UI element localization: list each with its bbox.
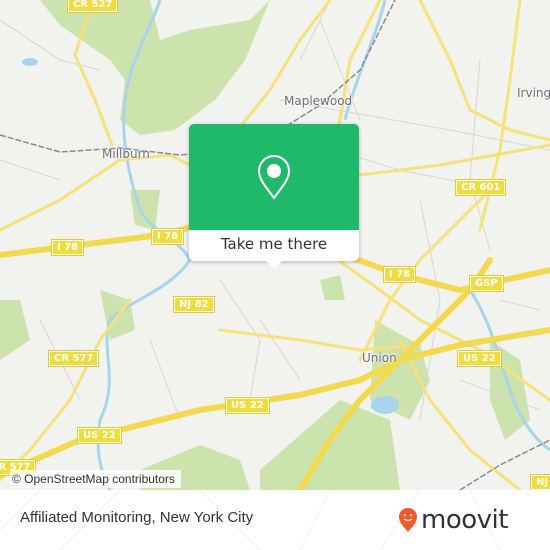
road-shield: NJ (529, 474, 550, 490)
road-shield: US 22 (457, 350, 502, 367)
place-label-union: Union (362, 351, 397, 365)
popup-tail (265, 260, 283, 268)
location-popup: Take me there (189, 124, 359, 268)
road (0, 153, 202, 232)
road-shield: I 78 (150, 228, 185, 245)
road-shield: CR 527 (66, 0, 119, 13)
road-shield: CR 601 (454, 179, 507, 196)
place-label-millburn: Millburn (102, 147, 150, 161)
park-area (40, 0, 270, 135)
lake (371, 396, 399, 414)
location-title: Affiliated Monitoring, New York City (20, 509, 254, 526)
road-shield: US 22 (225, 397, 270, 414)
map-attribution[interactable]: © OpenStreetMap contributors (10, 470, 181, 488)
moovit-pin-icon (399, 508, 417, 532)
road (418, 0, 550, 142)
park-area (320, 275, 345, 300)
park-area (0, 300, 30, 360)
road-shield: US 22 (77, 427, 122, 444)
popup-header (189, 124, 359, 230)
road-shield: I 78 (50, 239, 85, 256)
place-label-maplewood: Maplewood (284, 94, 353, 108)
take-me-there-button[interactable]: Take me there (189, 230, 359, 261)
lake (22, 58, 38, 66)
road-shield: I 78 (382, 266, 417, 283)
road-shield: NJ 82 (173, 296, 215, 313)
moovit-wordmark: moovit (421, 505, 508, 535)
map-pin-icon (257, 154, 291, 200)
road-shield: CR 577 (47, 350, 100, 367)
road (358, 143, 550, 177)
place-label-irvington: Irvington (517, 86, 550, 100)
moovit-logo[interactable]: moovit (398, 505, 508, 535)
road-shield: GSP (469, 275, 504, 292)
map-view[interactable]: Maplewood Irvington Millburn Union CR 52… (0, 0, 550, 490)
